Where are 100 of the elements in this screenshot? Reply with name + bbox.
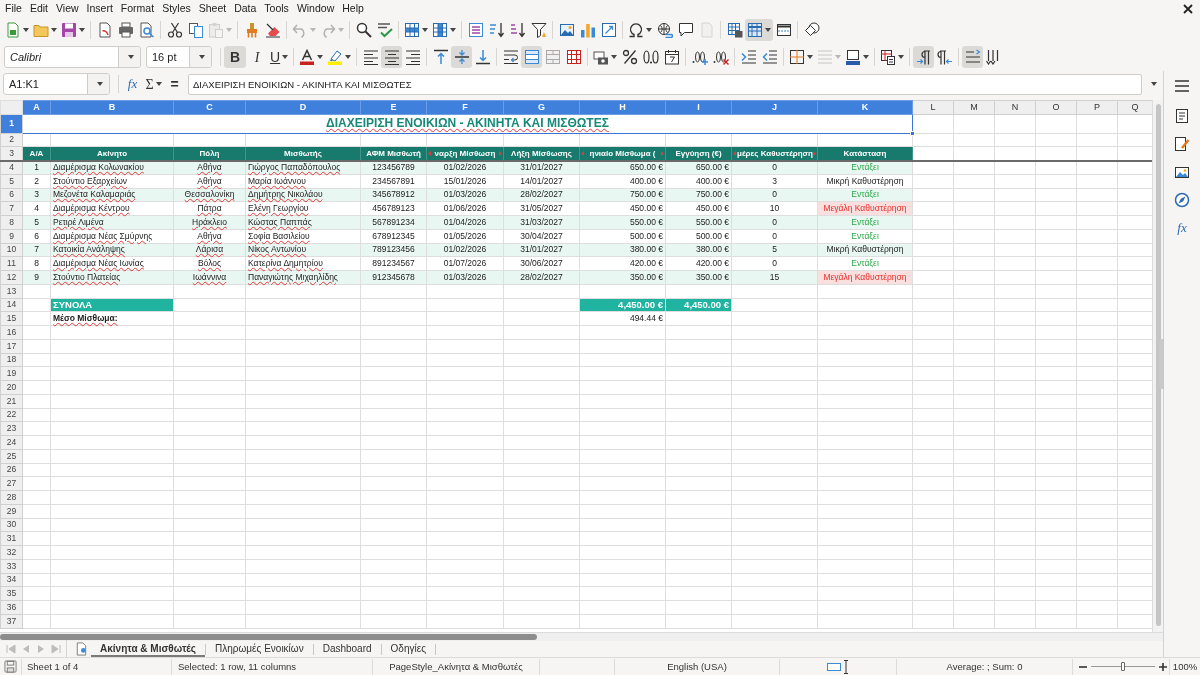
sheet-cell: Μαρία Ιωάννου — [245, 174, 361, 188]
menu-item[interactable]: Data — [230, 0, 261, 17]
fill-handle[interactable] — [910, 130, 915, 136]
conditional-format-icon — [880, 49, 897, 65]
sheet-tab[interactable]: Ακίνητα & Μισθωτές — [91, 641, 206, 657]
column-header[interactable]: C — [173, 100, 246, 114]
sheet-tab[interactable]: Πληρωμές Ενοικίων — [206, 641, 313, 657]
caret-icon — [155, 82, 162, 86]
dropdown-button[interactable] — [87, 74, 109, 94]
menu-item[interactable]: File — [1, 0, 26, 17]
column-title: Κατάσταση — [843, 148, 887, 158]
column-header[interactable]: H — [579, 100, 666, 114]
merge-center-button[interactable] — [521, 46, 543, 68]
column-title: Α/Α — [29, 148, 44, 158]
sheet-cell: 01/05/2026 — [426, 229, 504, 243]
sheet-cell: 494.44 € — [579, 311, 666, 326]
column-header[interactable]: K — [817, 100, 913, 114]
column-header[interactable]: Q — [1117, 100, 1152, 114]
menu-item[interactable]: Tools — [260, 0, 293, 17]
formula-button[interactable]: = — [164, 73, 185, 95]
font-name-field[interactable]: Calibri — [4, 46, 141, 68]
percent-icon — [621, 49, 638, 65]
caret-icon — [96, 82, 103, 86]
menu-item[interactable]: Styles — [158, 0, 195, 17]
sheet-cell: Βόλος — [173, 256, 246, 271]
zoom-slider-thumb[interactable] — [1121, 662, 1125, 671]
sheet-tab[interactable]: Dashboard — [313, 641, 381, 657]
freeze-rows-button[interactable] — [745, 19, 773, 41]
column-header[interactable]: O — [1035, 100, 1077, 114]
caret-icon — [898, 55, 905, 59]
scrollbar-thumb[interactable] — [1155, 104, 1161, 626]
menu-item[interactable]: Help — [338, 0, 368, 17]
sidebar-handle[interactable] — [1159, 339, 1164, 389]
font-size-field[interactable]: 16 pt — [146, 46, 212, 68]
sheet-cell: 450.00 € — [665, 201, 732, 216]
column-header[interactable]: E — [360, 100, 427, 114]
skip-right-icon — [50, 644, 61, 654]
sum-button[interactable]: Σ — [143, 73, 164, 95]
sheet-cell: Αθήνα — [173, 174, 246, 188]
language-text: English (USA) — [667, 660, 727, 672]
align-middle-button[interactable] — [451, 46, 473, 68]
column-header[interactable]: J — [731, 100, 818, 114]
column-header[interactable]: A — [22, 100, 51, 114]
caret-icon — [317, 55, 324, 59]
status-cell: Μικρή Καθυστέρηση — [817, 174, 913, 188]
formula-input-field[interactable]: ΔΙΑΧΕΙΡΙΣΗ ΕΝΟΙΚΙΩΝ - ΑΚΙΝΗΤΑ ΚΑΙ ΜΙΣΘΩΤΕΣ — [188, 73, 1142, 95]
merged-cell[interactable]: ΔΙΑΧΕΙΡΙΣΗ ΕΝΟΙΚΙΩΝ - ΑΚΙΝΗΤΑ ΚΑΙ ΜΙΣΘΩΤΕΣ — [22, 114, 913, 133]
paragraph-ltr-button[interactable] — [913, 46, 935, 68]
sheet-cell: Στούντιο Πλατείας — [50, 270, 174, 285]
caret-icon — [1150, 82, 1157, 86]
outdent-icon — [761, 49, 778, 65]
sheet-cell: 500.00 € — [579, 229, 666, 243]
column-header[interactable]: I — [665, 100, 732, 114]
sheet-cell: 15/01/2026 — [426, 174, 504, 188]
sheet-tab[interactable]: Οδηγίες — [381, 641, 435, 657]
align-center-icon — [383, 49, 400, 65]
menu-item[interactable]: Format — [116, 0, 159, 17]
sheet-cell: 500.00 € — [665, 229, 732, 243]
bold-button[interactable]: B — [224, 46, 246, 68]
overflow-arrow-icon — [813, 151, 816, 157]
function-wizard-button[interactable]: fx — [122, 73, 143, 95]
italic-button[interactable]: I — [246, 46, 268, 68]
column-header[interactable]: D — [245, 100, 361, 114]
scrollbar-thumb[interactable] — [0, 634, 537, 640]
caret-icon — [23, 28, 29, 32]
sheet-cell: 420.00 € — [579, 256, 666, 271]
merged-cells-icon — [544, 49, 561, 65]
column-header[interactable]: B — [50, 100, 174, 114]
menu-item[interactable]: Window — [292, 0, 339, 17]
caret-icon — [807, 55, 814, 59]
redo-icon — [320, 22, 336, 38]
column-header[interactable]: P — [1076, 100, 1118, 114]
close-document-button[interactable] — [1181, 1, 1195, 16]
sheet-cell: 4 — [22, 201, 51, 216]
name-box-field[interactable]: A1:K1 — [3, 73, 110, 95]
column-header[interactable]: M — [953, 100, 995, 114]
zoom-in-button[interactable] — [1158, 661, 1168, 672]
menu-item[interactable]: Edit — [25, 0, 52, 17]
status-cell: Εντάξει — [817, 256, 913, 271]
column-header[interactable]: L — [912, 100, 954, 114]
copy-icon — [187, 22, 204, 38]
align-center-button[interactable] — [381, 46, 403, 68]
dropdown-button[interactable] — [189, 47, 211, 67]
sheet-cell: Διαμέρισμα Νέας Ιωνίας — [50, 256, 174, 271]
overflow-arrow-icon — [499, 151, 502, 157]
dropdown-button[interactable] — [118, 47, 140, 67]
sheet-cell: Σοφία Βασιλείου — [245, 229, 361, 243]
column-title: Εγγύηση (€) — [675, 148, 722, 158]
menu-item[interactable]: Sheet — [194, 0, 231, 17]
menu-item[interactable]: View — [52, 0, 83, 17]
functions-button[interactable]: fx — [1169, 218, 1195, 238]
column-header[interactable]: F — [426, 100, 504, 114]
menu-item[interactable]: Insert — [82, 0, 117, 17]
document-icon — [5, 22, 21, 38]
bar-chart-icon — [579, 22, 596, 38]
underline-button[interactable]: U — [268, 46, 291, 68]
overflow-arrow-icon — [661, 151, 664, 157]
column-header[interactable]: G — [503, 100, 580, 114]
sheet-cell: 10 — [731, 201, 818, 216]
column-header[interactable]: N — [994, 100, 1036, 114]
